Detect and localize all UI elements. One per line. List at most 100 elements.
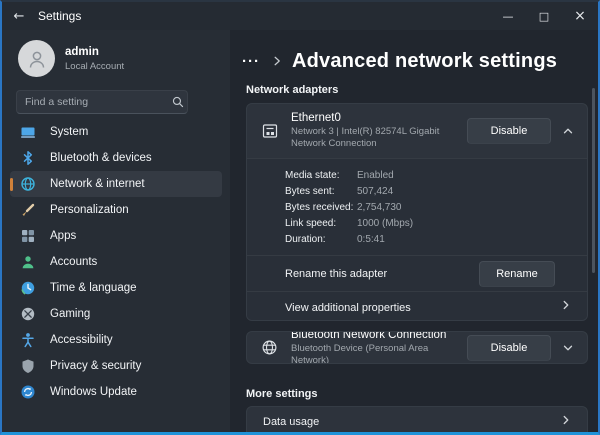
adapter-description: Bluetooth Device (Personal Area Network) — [291, 343, 461, 364]
maximize-icon: □ — [539, 10, 549, 23]
close-button[interactable]: × — [562, 2, 598, 30]
sidebar-item-bluetooth-devices[interactable]: Bluetooth & devices — [10, 145, 222, 171]
sidebar-item-windows-update[interactable]: Windows Update — [10, 379, 222, 405]
windows-update-icon — [20, 384, 36, 400]
sidebar-item-label: Personalization — [50, 204, 129, 216]
detail-label: Bytes received: — [285, 202, 357, 213]
sidebar-item-label: Accounts — [50, 256, 97, 268]
account-name: admin — [65, 46, 124, 58]
ethernet-adapter-header[interactable]: Ethernet0 Network 3 | Intel(R) 82574L Gi… — [247, 104, 587, 158]
close-icon: × — [574, 8, 586, 24]
back-button[interactable]: ← — [2, 2, 36, 30]
detail-row-duration: Duration: 0:5:41 — [247, 231, 587, 247]
ethernet-disable-button[interactable]: Disable — [467, 118, 551, 144]
minimize-button[interactable]: — — [490, 2, 526, 30]
sidebar-item-accounts[interactable]: Accounts — [10, 249, 222, 275]
detail-label: Bytes sent: — [285, 186, 357, 197]
rename-adapter-label: Rename this adapter — [285, 268, 479, 280]
data-usage-row[interactable]: Data usage — [247, 407, 587, 435]
bluetooth-icon — [20, 150, 36, 166]
detail-label: Media state: — [285, 170, 357, 181]
bluetooth-disable-button[interactable]: Disable — [467, 335, 551, 361]
search-input[interactable] — [17, 96, 168, 108]
chevron-down-icon[interactable] — [555, 341, 581, 355]
person-icon — [26, 48, 48, 70]
detail-row-link-speed: Link speed: 1000 (Mbps) — [247, 215, 587, 231]
window-title: Settings — [38, 9, 81, 23]
sidebar: admin Local Account System — [2, 30, 230, 432]
sidebar-item-label: Time & language — [50, 282, 137, 294]
detail-value: 1000 (Mbps) — [357, 218, 413, 229]
view-additional-properties-label: View additional properties — [285, 302, 559, 314]
ethernet-adapter-icon — [261, 122, 279, 140]
detail-row-bytes-received: Bytes received: 2,754,730 — [247, 199, 587, 215]
breadcrumb-ellipsis-button[interactable]: ··· — [240, 53, 262, 70]
adapter-name: Bluetooth Network Connection — [291, 331, 461, 341]
sidebar-item-label: Accessibility — [50, 334, 113, 346]
sidebar-item-label: Apps — [50, 230, 76, 242]
minimize-icon: — — [503, 10, 514, 23]
sidebar-item-label: System — [50, 126, 88, 138]
chevron-right-icon — [559, 413, 573, 432]
breadcrumb: ··· Advanced network settings — [240, 46, 557, 76]
apps-icon — [20, 228, 36, 244]
page-title: Advanced network settings — [292, 50, 557, 73]
bluetooth-adapter-card: Bluetooth Network Connection Bluetooth D… — [246, 331, 588, 364]
sidebar-item-network-internet[interactable]: Network & internet — [10, 171, 222, 197]
network-internet-icon — [20, 176, 36, 192]
accounts-icon — [20, 254, 36, 270]
sidebar-item-label: Privacy & security — [50, 360, 141, 372]
data-usage-card: Data usage — [246, 406, 588, 435]
sidebar-item-time-language[interactable]: Time & language — [10, 275, 222, 301]
sidebar-item-apps[interactable]: Apps — [10, 223, 222, 249]
accessibility-icon — [20, 332, 36, 348]
chevron-right-icon — [559, 298, 573, 317]
bluetooth-network-icon — [261, 339, 279, 356]
rename-button[interactable]: Rename — [479, 261, 555, 287]
detail-value: 2,754,730 — [357, 202, 402, 213]
maximize-button[interactable]: □ — [526, 2, 562, 30]
scrollbar[interactable] — [592, 88, 595, 273]
detail-value: 507,424 — [357, 186, 393, 197]
data-usage-label: Data usage — [263, 416, 559, 428]
view-additional-properties-row[interactable]: View additional properties — [247, 291, 587, 321]
detail-label: Duration: — [285, 234, 357, 245]
breadcrumb-chevron-icon — [271, 55, 283, 67]
bluetooth-adapter-header[interactable]: Bluetooth Network Connection Bluetooth D… — [247, 332, 587, 363]
sidebar-item-system[interactable]: System — [10, 119, 222, 145]
adapter-name: Ethernet0 — [291, 112, 461, 124]
detail-value: Enabled — [357, 170, 394, 181]
chevron-up-icon[interactable] — [555, 124, 581, 138]
rename-adapter-row: Rename this adapter Rename — [247, 255, 587, 291]
sidebar-item-label: Network & internet — [50, 178, 145, 190]
gaming-icon — [20, 306, 36, 322]
more-settings-header: More settings — [246, 388, 318, 400]
time-language-icon — [20, 280, 36, 296]
sidebar-item-gaming[interactable]: Gaming — [10, 301, 222, 327]
sidebar-item-personalization[interactable]: Personalization — [10, 197, 222, 223]
selection-indicator — [10, 178, 13, 191]
settings-window: ← Settings — □ × admin Local Account — [0, 0, 600, 435]
account-type: Local Account — [65, 61, 124, 72]
detail-value: 0:5:41 — [357, 234, 385, 245]
adapter-description: Network 3 | Intel(R) 82574L Gigabit Netw… — [291, 126, 461, 150]
adapter-details: Media state: Enabled Bytes sent: 507,424… — [247, 158, 587, 255]
detail-row-bytes-sent: Bytes sent: 507,424 — [247, 183, 587, 199]
detail-row-media-state: Media state: Enabled — [247, 167, 587, 183]
ethernet-adapter-card: Ethernet0 Network 3 | Intel(R) 82574L Gi… — [246, 103, 588, 321]
back-icon: ← — [14, 9, 25, 24]
window-controls: — □ × — [490, 2, 598, 30]
sidebar-item-label: Windows Update — [50, 386, 137, 398]
network-adapters-header: Network adapters — [246, 84, 338, 96]
avatar — [18, 40, 55, 77]
sidebar-item-accessibility[interactable]: Accessibility — [10, 327, 222, 353]
system-icon — [20, 124, 36, 140]
search-box[interactable] — [16, 90, 188, 114]
account-info[interactable]: admin Local Account — [18, 40, 124, 77]
shield-icon — [20, 358, 36, 374]
sidebar-item-privacy-security[interactable]: Privacy & security — [10, 353, 222, 379]
personalization-icon — [20, 202, 36, 218]
sidebar-item-label: Gaming — [50, 308, 90, 320]
sidebar-nav: System Bluetooth & devices Network & int… — [10, 119, 222, 405]
sidebar-item-label: Bluetooth & devices — [50, 152, 152, 164]
